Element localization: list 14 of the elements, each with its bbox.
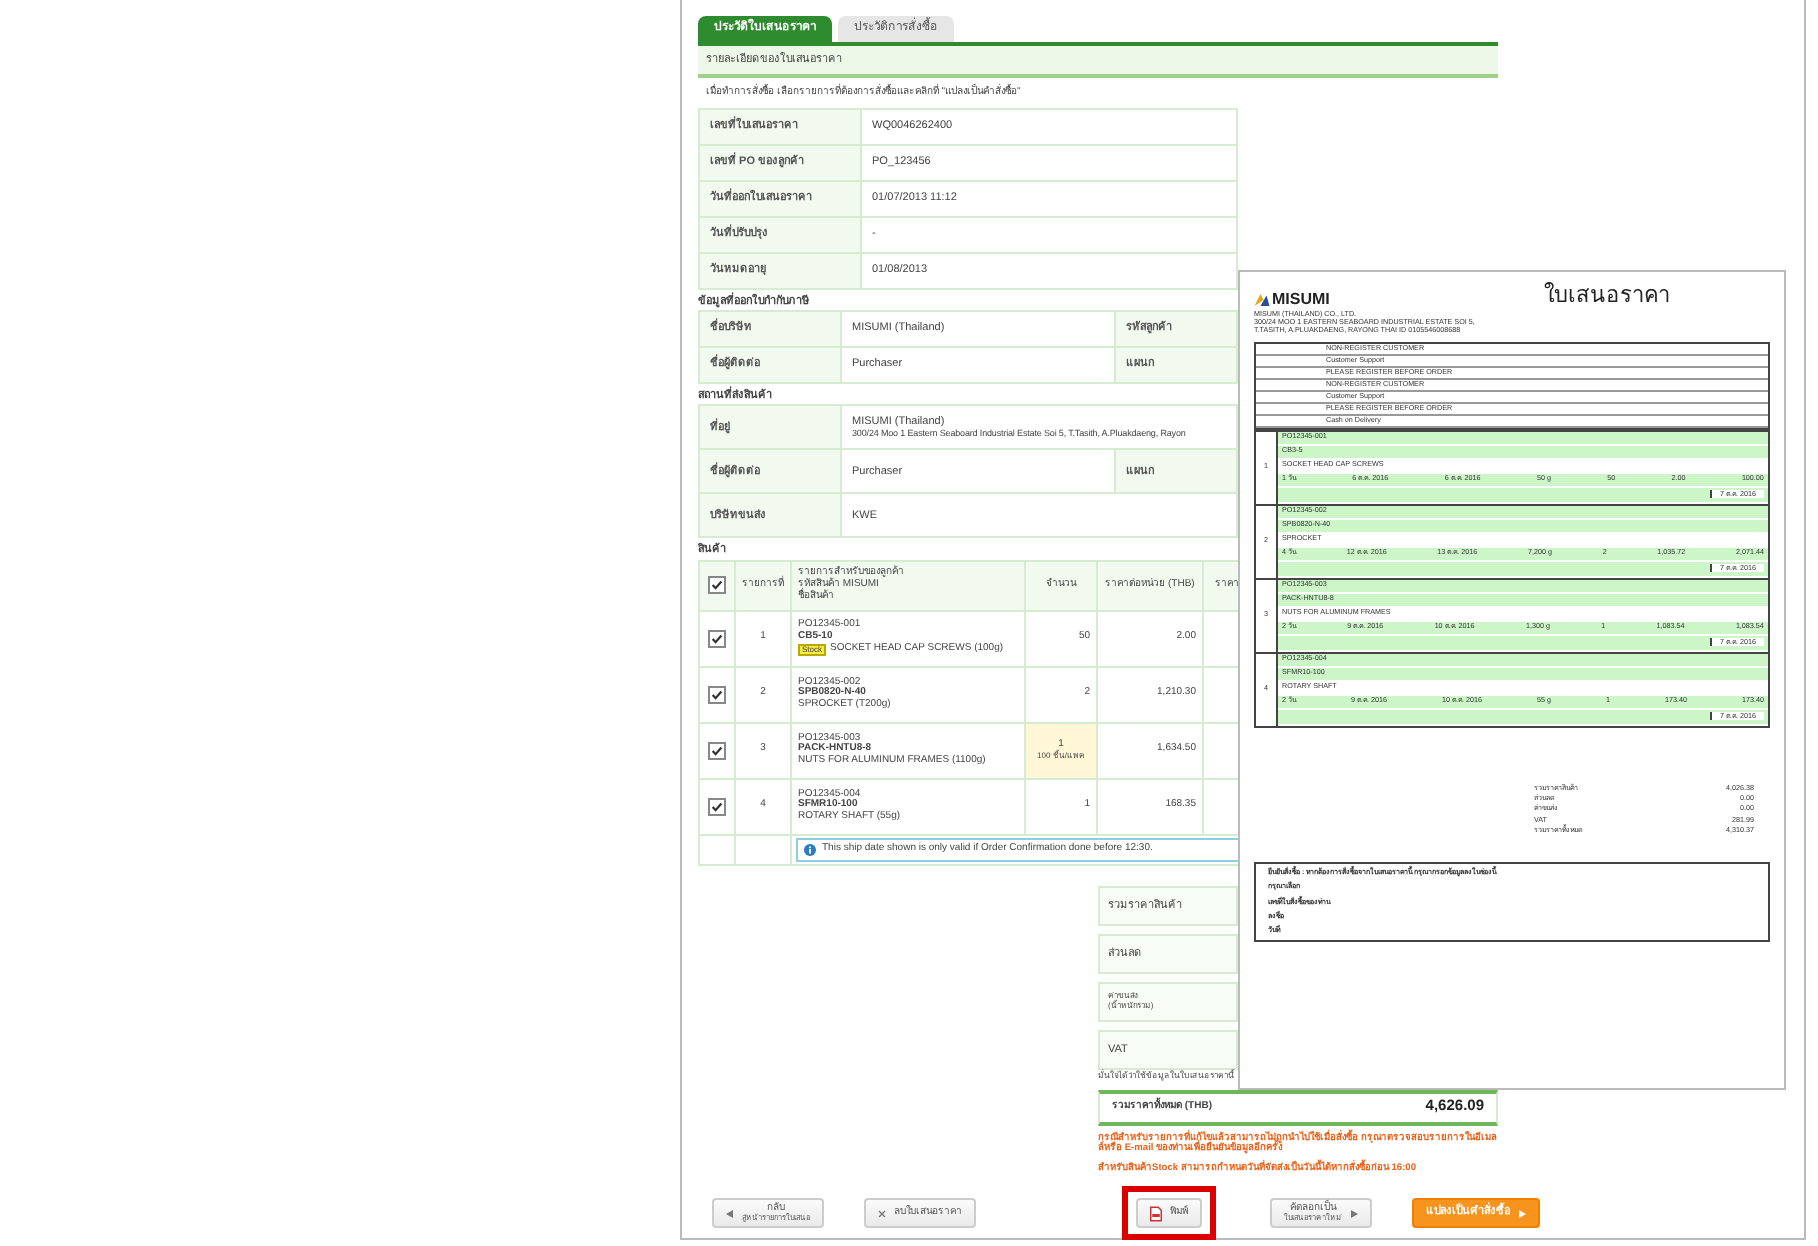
- logo-text: MISUMI: [1272, 290, 1330, 310]
- left-triangle-icon: [726, 1209, 734, 1218]
- right-triangle-icon: [1350, 1209, 1358, 1218]
- checkbox[interactable]: [708, 629, 726, 648]
- pdf-icon: [1150, 1205, 1162, 1222]
- logo-icon: [1254, 294, 1270, 307]
- checkbox[interactable]: [708, 685, 726, 704]
- document-title: ใบเสนอราคา: [1544, 284, 1670, 310]
- right-triangle-icon: [1518, 1209, 1526, 1218]
- checkbox[interactable]: [708, 797, 726, 816]
- checkbox[interactable]: [708, 741, 726, 760]
- info-icon: [804, 843, 816, 856]
- checkbox[interactable]: [708, 576, 726, 595]
- close-icon: [878, 1209, 886, 1218]
